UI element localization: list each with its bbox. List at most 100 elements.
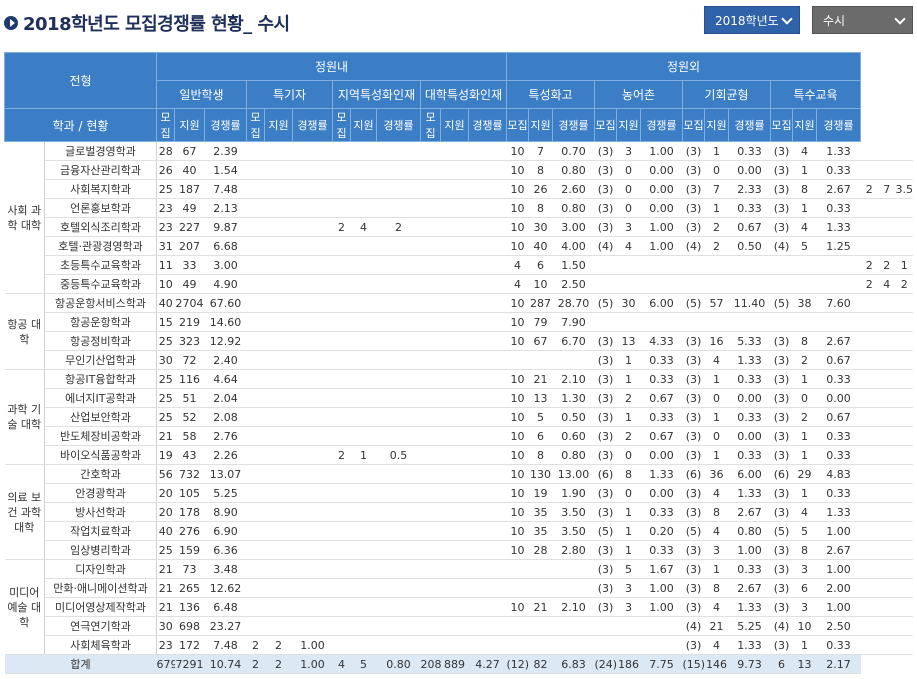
table-cell: (3) — [594, 445, 617, 465]
table-cell: 40 — [156, 293, 175, 313]
table-cell — [468, 540, 507, 560]
table-cell: (3) — [682, 540, 705, 560]
table-cell — [246, 426, 265, 446]
table-cell: 1 — [792, 483, 817, 503]
table-cell — [616, 274, 641, 294]
table-cell: 13 — [616, 331, 641, 351]
table-cell — [468, 445, 507, 465]
table-cell — [468, 464, 507, 484]
table-cell — [292, 407, 333, 427]
table-cell: 8 — [792, 540, 817, 560]
table-cell — [878, 445, 896, 465]
table-cell: (3) — [770, 217, 793, 237]
table-cell — [895, 616, 913, 636]
major-name: 항공운항서비스학과 — [44, 293, 157, 313]
table-cell — [895, 312, 913, 332]
title-wrap: 2018학년도 모집경쟁률 현황_ 수시 — [4, 10, 290, 36]
table-cell — [264, 483, 293, 503]
table-cell: 58 — [174, 426, 205, 446]
table-cell — [350, 350, 377, 370]
table-cell: 20 — [156, 502, 175, 522]
table-row: 방사선학과 20 178 8.90 10 35 3.50 (3) 1 0.33 (3) 8 2.67 (3… — [5, 502, 913, 522]
table-cell: 1 — [792, 198, 817, 218]
table-cell: 23 — [156, 198, 175, 218]
table-cell: 6.70 — [552, 331, 595, 351]
table-header: 전형 정원내 정원외 일반학생 특기자 지역특성화인재 대학특성화인재 특성화고 농어촌 기회균형… — [4, 52, 914, 142]
table-cell: (3) — [682, 426, 705, 446]
table-cell — [292, 445, 333, 465]
table-cell — [704, 312, 729, 332]
table-cell: (3) — [594, 217, 617, 237]
table-cell: 4.83 — [816, 464, 861, 484]
table-cell — [506, 578, 529, 598]
table-cell: (3) — [682, 388, 705, 408]
corner-header: 전형 — [4, 52, 157, 109]
table-cell: 1 — [350, 445, 377, 465]
table-cell: (3) — [594, 540, 617, 560]
table-cell — [332, 616, 351, 636]
table-cell: 3 — [616, 597, 641, 617]
table-cell — [878, 521, 896, 541]
major-name: 중등특수교육학과 — [44, 274, 157, 294]
table-cell — [440, 445, 469, 465]
table-cell: 1 — [704, 407, 729, 427]
table-cell — [292, 616, 333, 636]
table-cell: (3) — [682, 483, 705, 503]
table-cell — [420, 559, 441, 579]
table-cell — [246, 521, 265, 541]
table-cell — [860, 445, 878, 465]
table-cell — [350, 236, 377, 256]
category-header: 기회균형 — [682, 80, 771, 109]
table-cell: 2.13 — [204, 198, 247, 218]
table-cell: 4 — [878, 274, 896, 294]
table-cell: 1.33 — [816, 217, 861, 237]
table-cell: 1.00 — [640, 236, 683, 256]
table-cell — [420, 217, 441, 237]
table-cell — [292, 502, 333, 522]
year-select[interactable]: 2018학년도 — [704, 6, 800, 34]
table-cell — [246, 179, 265, 199]
table-cell — [332, 350, 351, 370]
table-cell — [878, 578, 896, 598]
table-cell: (3) — [682, 597, 705, 617]
table-cell: (3) — [682, 350, 705, 370]
table-cell — [860, 160, 878, 180]
table-cell: 10 — [506, 502, 529, 522]
table-cell: 10 — [506, 388, 529, 408]
sub-column-header: 경쟁률 — [552, 108, 595, 142]
table-cell — [420, 369, 441, 389]
table-cell — [246, 236, 265, 256]
table-cell: 0 — [616, 198, 641, 218]
table-cell: 2 — [704, 217, 729, 237]
table-cell — [264, 293, 293, 313]
table-cell — [246, 464, 265, 484]
table-cell — [440, 160, 469, 180]
table-cell — [895, 635, 913, 655]
table-cell: 21 — [528, 597, 553, 617]
table-cell: 25 — [156, 540, 175, 560]
table-cell — [860, 293, 878, 313]
table-cell — [440, 635, 469, 655]
table-cell: 10 — [156, 274, 175, 294]
table-cell: 3.50 — [552, 521, 595, 541]
table-cell: 0.00 — [640, 445, 683, 465]
admission-type-select[interactable]: 수시 — [812, 6, 913, 34]
table-cell: 1.00 — [640, 217, 683, 237]
table-cell: (4) — [594, 236, 617, 256]
table-cell: 11.40 — [728, 293, 771, 313]
major-name: 항공정비학과 — [44, 331, 157, 351]
table-cell — [816, 255, 861, 275]
table-cell — [552, 350, 595, 370]
table-cell — [350, 483, 377, 503]
table-cell — [895, 521, 913, 541]
table-cell: 3 — [792, 597, 817, 617]
total-cell: 2 — [264, 654, 293, 674]
table-cell: 0.80 — [552, 198, 595, 218]
table-cell: 30 — [528, 217, 553, 237]
table-cell — [860, 217, 878, 237]
table-cell: 72 — [174, 350, 205, 370]
table-cell: 0.67 — [640, 388, 683, 408]
table-cell — [264, 331, 293, 351]
table-cell — [332, 160, 351, 180]
table-cell: 1.33 — [728, 350, 771, 370]
